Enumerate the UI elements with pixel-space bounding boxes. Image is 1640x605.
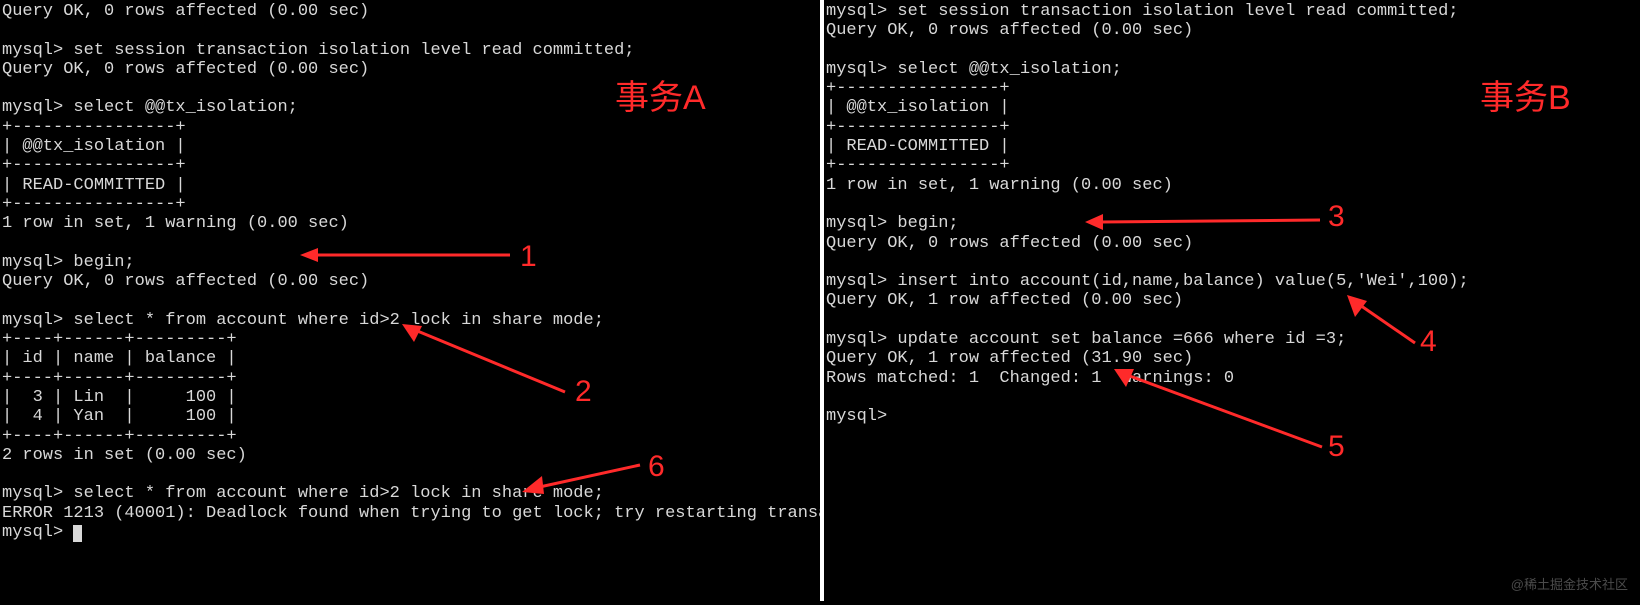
terminal-line: mysql> select @@tx_isolation; xyxy=(826,60,1122,79)
terminal-line: 1 row in set, 1 warning (0.00 sec) xyxy=(2,214,349,233)
terminal-line: | id | name | balance | xyxy=(2,349,237,368)
terminal-line: | READ-COMMITTED | xyxy=(826,137,1010,156)
terminal-line: | @@tx_isolation | xyxy=(826,98,1010,117)
terminal-line: Query OK, 0 rows affected (0.00 sec) xyxy=(826,234,1193,253)
terminal-line: Query OK, 1 row affected (31.90 sec) xyxy=(826,349,1193,368)
terminal-line: mysql> select @@tx_isolation; xyxy=(2,98,298,117)
terminal-line: Query OK, 0 rows affected (0.00 sec) xyxy=(826,21,1193,40)
cursor-icon xyxy=(73,525,82,542)
terminal-line: +----------------+ xyxy=(2,156,186,175)
terminal-line: +----+------+---------+ xyxy=(2,330,237,349)
terminal-line: +----------------+ xyxy=(826,118,1010,137)
terminal-line: 2 rows in set (0.00 sec) xyxy=(2,446,247,465)
terminal-prompt: mysql> xyxy=(826,407,897,426)
terminal-line: | READ-COMMITTED | xyxy=(2,176,186,195)
terminal-line: Query OK, 0 rows affected (0.00 sec) xyxy=(2,2,369,21)
terminal-line: Query OK, 0 rows affected (0.00 sec) xyxy=(2,60,369,79)
terminal-line: mysql> select * from account where id>2 … xyxy=(2,484,604,503)
terminal-line: +----------------+ xyxy=(826,156,1010,175)
terminal-line: Query OK, 1 row affected (0.00 sec) xyxy=(826,291,1183,310)
terminal-line: mysql> select * from account where id>2 … xyxy=(2,311,604,330)
terminal-line: +----------------+ xyxy=(2,118,186,137)
terminal-line: mysql> set session transaction isolation… xyxy=(2,41,635,60)
terminal-line: 1 row in set, 1 warning (0.00 sec) xyxy=(826,176,1173,195)
terminal-line: Query OK, 0 rows affected (0.00 sec) xyxy=(2,272,369,291)
terminal-line: | 4 | Yan | 100 | xyxy=(2,407,237,426)
terminal-pane-a[interactable]: Query OK, 0 rows affected (0.00 sec) mys… xyxy=(0,0,824,605)
terminal-line: +----------------+ xyxy=(826,79,1010,98)
terminal-line: mysql> insert into account(id,name,balan… xyxy=(826,272,1469,291)
terminal-prompt: mysql> xyxy=(2,523,73,542)
terminal-line: +----+------+---------+ xyxy=(2,369,237,388)
watermark: @稀土掘金技术社区 xyxy=(1511,574,1628,593)
terminal-line: | 3 | Lin | 100 | xyxy=(2,388,237,407)
terminal-line: +----+------+---------+ xyxy=(2,427,237,446)
terminal-line: mysql> begin; xyxy=(826,214,959,233)
terminal-line: mysql> begin; xyxy=(2,253,135,272)
terminal-pane-b[interactable]: mysql> set session transaction isolation… xyxy=(824,0,1640,605)
terminal-line: | @@tx_isolation | xyxy=(2,137,186,156)
terminal-line: +----------------+ xyxy=(2,195,186,214)
terminal-line: ERROR 1213 (40001): Deadlock found when … xyxy=(2,504,879,523)
terminal-line: mysql> set session transaction isolation… xyxy=(826,2,1459,21)
terminal-line: mysql> update account set balance =666 w… xyxy=(826,330,1346,349)
terminal-line: Rows matched: 1 Changed: 1 Warnings: 0 xyxy=(826,369,1234,388)
